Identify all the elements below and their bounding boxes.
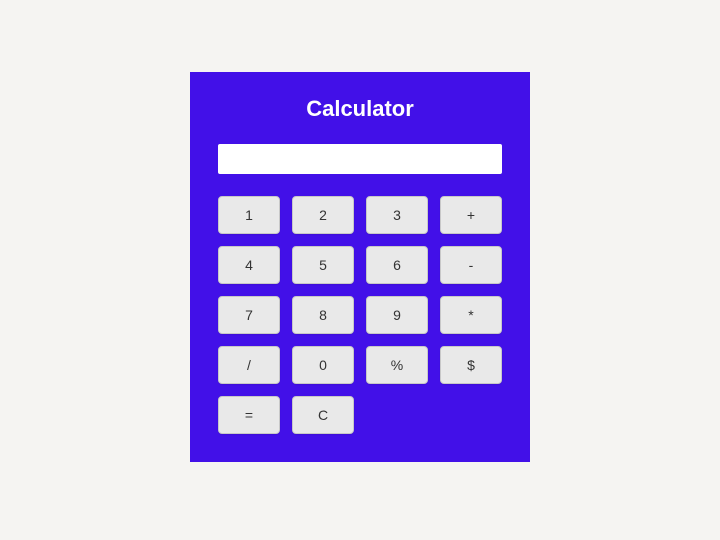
op-clear-button[interactable]: C: [292, 396, 354, 434]
digit-8-button[interactable]: 8: [292, 296, 354, 334]
digit-1-button[interactable]: 1: [218, 196, 280, 234]
digit-9-button[interactable]: 9: [366, 296, 428, 334]
calculator-display[interactable]: [218, 144, 502, 174]
op-divide-button[interactable]: /: [218, 346, 280, 384]
op-multiply-button[interactable]: *: [440, 296, 502, 334]
op-percent-button[interactable]: %: [366, 346, 428, 384]
op-minus-button[interactable]: -: [440, 246, 502, 284]
op-equals-button[interactable]: =: [218, 396, 280, 434]
calculator-panel: Calculator 1 2 3 + 4 5 6 - 7 8 9 * / 0 %…: [190, 72, 530, 462]
digit-5-button[interactable]: 5: [292, 246, 354, 284]
op-plus-button[interactable]: +: [440, 196, 502, 234]
digit-0-button[interactable]: 0: [292, 346, 354, 384]
digit-2-button[interactable]: 2: [292, 196, 354, 234]
digit-7-button[interactable]: 7: [218, 296, 280, 334]
keypad: 1 2 3 + 4 5 6 - 7 8 9 * / 0 % $ = C: [218, 196, 502, 434]
digit-4-button[interactable]: 4: [218, 246, 280, 284]
digit-6-button[interactable]: 6: [366, 246, 428, 284]
digit-3-button[interactable]: 3: [366, 196, 428, 234]
calculator-title: Calculator: [306, 96, 414, 122]
op-dollar-button[interactable]: $: [440, 346, 502, 384]
